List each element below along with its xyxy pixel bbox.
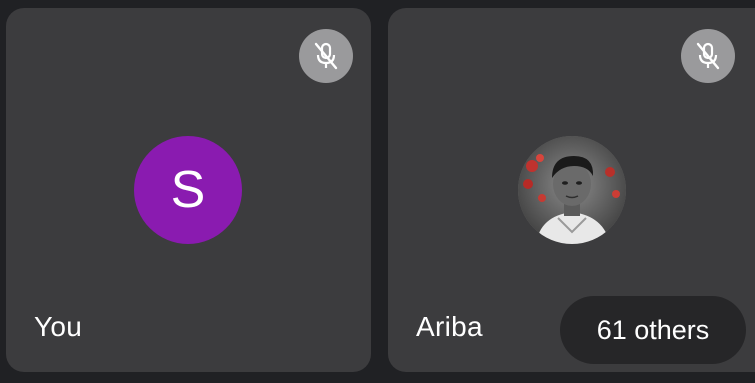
- participant-name: You: [34, 311, 83, 342]
- muted-indicator: [681, 29, 735, 83]
- avatar: S: [134, 136, 242, 244]
- avatar-initial: S: [170, 161, 206, 219]
- participant-name: Ariba: [416, 311, 483, 342]
- profile-photo-image: [518, 136, 626, 244]
- mic-off-icon: [314, 42, 338, 70]
- meeting-grid: S You Ariba 61 others: [0, 0, 755, 383]
- others-count-label: 61 others: [596, 314, 710, 345]
- mic-off-icon: [696, 42, 720, 70]
- muted-indicator: [299, 29, 353, 83]
- participant-tile-you[interactable]: S You: [6, 8, 371, 372]
- avatar-photo: [518, 136, 626, 244]
- others-count-button[interactable]: 61 others: [560, 296, 746, 364]
- participant-tile-ariba[interactable]: Ariba 61 others: [388, 8, 755, 372]
